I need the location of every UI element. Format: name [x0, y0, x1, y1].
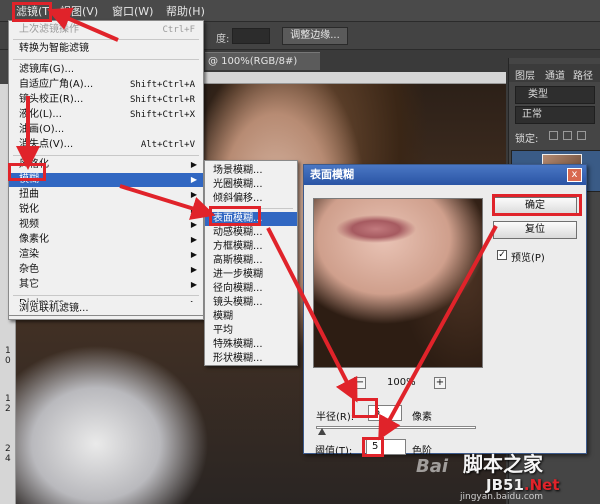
url-watermark: jingyan.baidu.com [460, 492, 544, 502]
brand-watermark: 脚本之家 [463, 452, 543, 476]
arrow-to-threshold [378, 225, 498, 441]
arrow-to-radius [266, 227, 358, 403]
baidu-watermark: Bai [416, 456, 449, 477]
arrow-to-surface-blur [119, 184, 216, 220]
annotation-arrows [16, 7, 498, 441]
arrow-to-filter [46, 7, 119, 42]
